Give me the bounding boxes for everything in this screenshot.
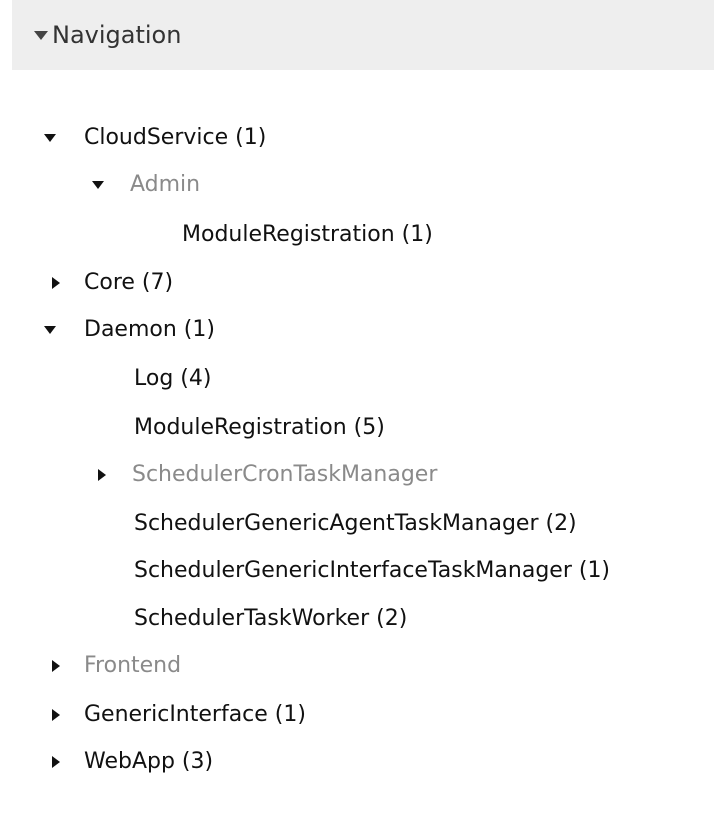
tree-item-webapp[interactable]: WebApp (3) xyxy=(52,744,213,780)
tree-item-label[interactable]: Log (4) xyxy=(134,361,211,397)
caret-down-icon[interactable] xyxy=(34,31,48,40)
tree-item-label[interactable]: Core (7) xyxy=(84,265,173,301)
tree-item-schedulercrontaskmanager[interactable]: SchedulerCronTaskManager xyxy=(98,457,437,493)
tree-item-label[interactable]: Daemon (1) xyxy=(84,312,215,348)
tree-item-label[interactable]: ModuleRegistration (5) xyxy=(134,410,385,446)
tree-item-moduleregistration[interactable]: ModuleRegistration (1) xyxy=(182,217,433,253)
tree-item-schedulergenericinterfacetaskmanager[interactable]: SchedulerGenericInterfaceTaskManager (1) xyxy=(134,553,714,589)
caret-right-icon[interactable] xyxy=(98,469,106,481)
caret-down-icon[interactable] xyxy=(44,326,56,334)
caret-down-icon[interactable] xyxy=(44,134,56,142)
caret-right-icon[interactable] xyxy=(52,660,60,672)
navigation-title: Navigation xyxy=(52,21,182,49)
caret-right-icon[interactable] xyxy=(52,709,60,721)
tree-item-daemon[interactable]: Daemon (1) xyxy=(44,312,215,348)
tree-item-label[interactable]: SchedulerCronTaskManager xyxy=(132,457,437,493)
navigation-header[interactable]: Navigation xyxy=(12,0,714,70)
tree-item-label[interactable]: ModuleRegistration (1) xyxy=(182,217,433,253)
tree-item-label[interactable]: Admin xyxy=(130,167,200,203)
tree-item-cloudservice[interactable]: CloudService (1) xyxy=(44,120,266,156)
tree-item-log[interactable]: Log (4) xyxy=(134,361,211,397)
tree-item-schedulertaskworker[interactable]: SchedulerTaskWorker (2) xyxy=(134,601,407,637)
tree-item-label[interactable]: WebApp (3) xyxy=(84,744,213,780)
navigation-panel: Navigation CloudService (1) Admin Module… xyxy=(0,0,714,817)
tree-item-label[interactable]: Frontend xyxy=(84,648,181,684)
tree-item-admin[interactable]: Admin xyxy=(92,167,200,203)
tree-item-label[interactable]: GenericInterface (1) xyxy=(84,697,306,733)
tree-item-label[interactable]: CloudService (1) xyxy=(84,120,266,156)
tree-item-genericinterface[interactable]: GenericInterface (1) xyxy=(52,697,306,733)
tree-item-label[interactable]: SchedulerTaskWorker (2) xyxy=(134,601,407,637)
tree-item-frontend[interactable]: Frontend xyxy=(52,648,181,684)
caret-right-icon[interactable] xyxy=(52,756,60,768)
caret-right-icon[interactable] xyxy=(52,277,60,289)
caret-down-icon[interactable] xyxy=(92,181,104,189)
tree-item-moduleregistration[interactable]: ModuleRegistration (5) xyxy=(134,410,385,446)
tree-item-schedulergenericagenttaskmanager[interactable]: SchedulerGenericAgentTaskManager (2) xyxy=(134,506,577,542)
tree-item-label[interactable]: SchedulerGenericInterfaceTaskManager (1) xyxy=(134,553,610,589)
tree-item-label[interactable]: SchedulerGenericAgentTaskManager (2) xyxy=(134,506,577,542)
tree-item-core[interactable]: Core (7) xyxy=(52,265,173,301)
